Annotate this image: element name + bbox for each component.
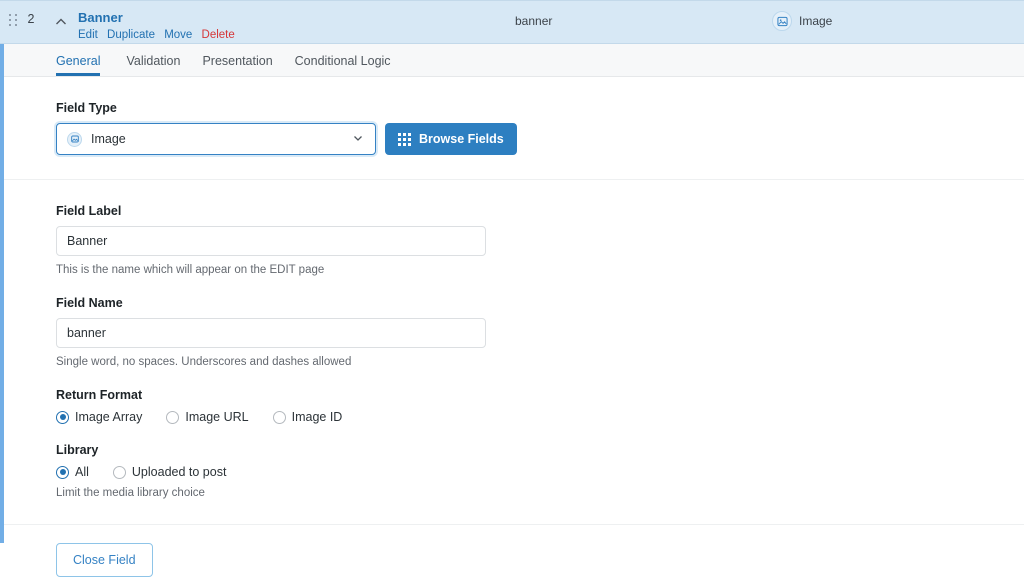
radio-library-all[interactable]: All xyxy=(56,465,89,479)
field-label-hint: This is the name which will appear on th… xyxy=(56,264,325,276)
field-row-actions: Edit Duplicate Move Delete xyxy=(78,28,235,42)
field-label-group: Field Label This is the name which will … xyxy=(56,204,1024,277)
field-name-group: Field Name Single word, no spaces. Under… xyxy=(56,296,1024,369)
radio-indicator xyxy=(272,410,286,424)
radio-indicator xyxy=(56,410,69,424)
browse-fields-button[interactable]: Browse Fields xyxy=(385,123,517,155)
radio-image-array[interactable]: Image Array xyxy=(56,410,142,424)
return-format-label: Return Format xyxy=(56,388,143,402)
chevron-up-icon[interactable] xyxy=(52,13,70,31)
grid-dots-icon xyxy=(398,132,411,146)
field-type-label: Image xyxy=(799,14,833,28)
radio-indicator xyxy=(166,410,180,424)
library-group: Library All Uploaded to post Limit the m… xyxy=(56,443,1024,500)
radio-label: Image ID xyxy=(291,410,343,424)
field-name-label: Field Name xyxy=(56,296,123,310)
radio-label: All xyxy=(75,465,89,479)
radio-image-id[interactable]: Image ID xyxy=(272,410,343,424)
settings-tabs: General Validation Presentation Conditio… xyxy=(4,44,1024,77)
close-field-button[interactable]: Close Field xyxy=(56,543,153,577)
field-name-input[interactable] xyxy=(56,318,486,348)
field-settings-group: Field Label This is the name which will … xyxy=(4,180,1024,524)
radio-indicator xyxy=(112,465,126,479)
field-order-number: 2 xyxy=(27,12,35,26)
field-body: General Validation Presentation Conditio… xyxy=(0,44,1024,577)
library-options: All Uploaded to post xyxy=(56,465,1024,479)
radio-indicator xyxy=(56,465,69,479)
return-format-options: Image Array Image URL Image ID xyxy=(56,410,1024,424)
duplicate-link[interactable]: Duplicate xyxy=(107,29,155,41)
tab-presentation[interactable]: Presentation xyxy=(191,54,283,76)
field-label-input[interactable] xyxy=(56,226,486,256)
move-link[interactable]: Move xyxy=(164,29,192,41)
edit-link[interactable]: Edit xyxy=(78,29,98,41)
radio-image-url[interactable]: Image URL xyxy=(166,410,249,424)
browse-fields-label: Browse Fields xyxy=(419,132,504,146)
delete-link[interactable]: Delete xyxy=(202,29,235,41)
field-title-block: Banner Edit Duplicate Move Delete xyxy=(78,10,235,42)
field-title[interactable]: Banner xyxy=(78,10,235,25)
field-name-column: banner xyxy=(515,14,553,28)
field-type-row: Field Type Image Browse Fields xyxy=(4,77,1024,180)
drag-handle-icon[interactable] xyxy=(9,14,19,28)
chevron-down-icon xyxy=(351,131,365,148)
radio-library-uploaded-to-post[interactable]: Uploaded to post xyxy=(112,465,227,479)
field-footer: Close Field xyxy=(4,524,1024,577)
field-label-label: Field Label xyxy=(56,204,122,218)
tab-general[interactable]: General xyxy=(56,54,111,76)
library-hint: Limit the media library choice xyxy=(56,487,205,499)
field-type-column: Image xyxy=(772,11,832,31)
return-format-group: Return Format Image Array Image URL Imag… xyxy=(56,388,1024,424)
field-name-hint: Single word, no spaces. Underscores and … xyxy=(56,356,352,368)
image-icon xyxy=(772,11,792,31)
field-header: 2 Banner Edit Duplicate Move Delete bann… xyxy=(0,0,1024,44)
tab-conditional-logic[interactable]: Conditional Logic xyxy=(284,54,402,76)
radio-label: Image Array xyxy=(75,410,143,424)
radio-label: Uploaded to post xyxy=(131,465,227,479)
field-type-selected-value: Image xyxy=(91,132,126,146)
radio-label: Image URL xyxy=(185,410,249,424)
tab-validation[interactable]: Validation xyxy=(115,54,191,76)
field-type-select[interactable]: Image xyxy=(56,123,376,155)
image-icon xyxy=(67,131,82,147)
library-label: Library xyxy=(56,443,99,457)
field-type-label-text: Field Type xyxy=(56,101,117,115)
field-settings-panel: 2 Banner Edit Duplicate Move Delete bann… xyxy=(0,0,1024,577)
